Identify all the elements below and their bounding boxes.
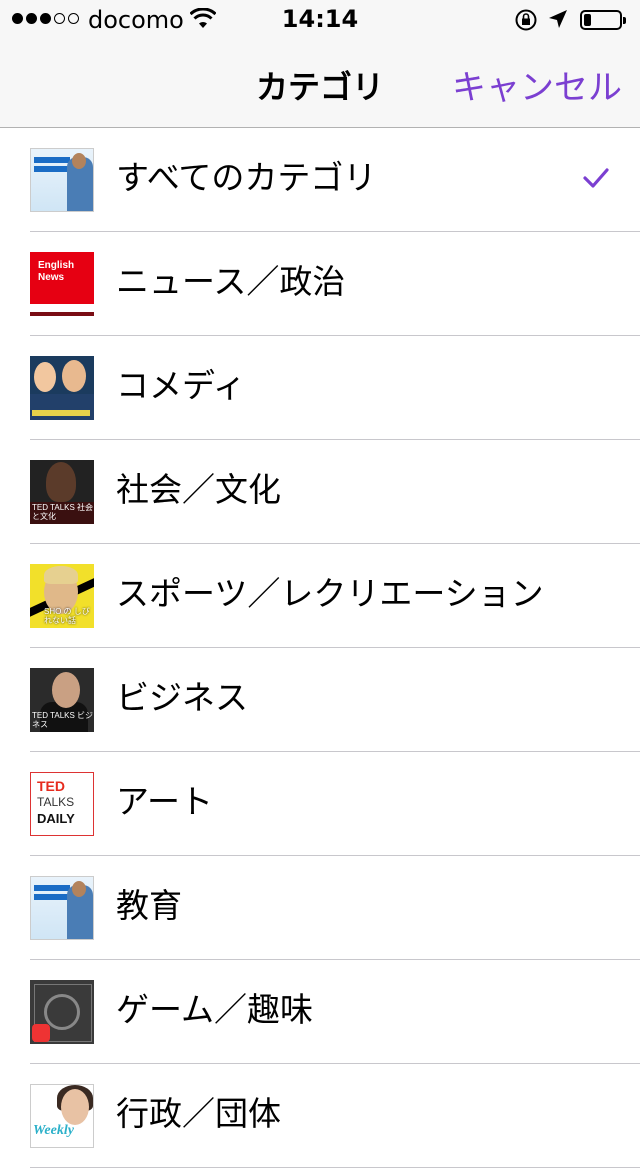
checkmark-icon: [583, 168, 609, 188]
podcast-thumbnail: [30, 148, 94, 212]
podcast-thumbnail: SHO の しびれない話: [30, 564, 94, 628]
thumbnail-text: SHO の しびれない話: [44, 607, 90, 625]
category-row-education[interactable]: 教育: [0, 856, 640, 960]
thumbnail-text: English News: [38, 260, 75, 283]
category-row-art[interactable]: TED TALKS DAILY アート: [0, 752, 640, 856]
podcast-thumbnail: English News: [30, 252, 94, 316]
podcast-thumbnail: Weekly: [30, 1084, 94, 1148]
category-row-all[interactable]: すべてのカテゴリ: [0, 128, 640, 232]
category-row-government-organizations[interactable]: Weekly 行政／団体: [0, 1064, 640, 1168]
battery-level: [584, 14, 591, 26]
thumbnail-text: TED TALKS 社会と文化: [32, 503, 94, 521]
podcast-thumbnail: [30, 980, 94, 1044]
clock: 14:14: [281, 5, 359, 33]
navigation-bar: カテゴリ キャンセル: [0, 40, 640, 128]
thumbnail-text: TED TALKS ビジネス: [32, 711, 94, 729]
podcast-thumbnail: TED TALKS 社会と文化: [30, 460, 94, 524]
thumbnail-text: Weekly: [33, 1123, 74, 1138]
thumbnail-text: TED: [37, 778, 65, 794]
thumbnail-text: TALKS: [37, 795, 75, 809]
category-label: 社会／文化: [116, 470, 281, 509]
podcast-thumbnail: [30, 876, 94, 940]
category-row-comedy[interactable]: コメディ: [0, 336, 640, 440]
category-row-news-politics[interactable]: English News ニュース／政治: [0, 232, 640, 336]
category-label: ニュース／政治: [116, 262, 346, 301]
category-row-games-hobbies[interactable]: ゲーム／趣味: [0, 960, 640, 1064]
category-label: すべてのカテゴリ: [116, 158, 377, 197]
podcast-thumbnail: TED TALKS DAILY: [30, 772, 94, 836]
category-label: 教育: [116, 886, 182, 925]
battery-icon: [580, 10, 626, 30]
category-label: 行政／団体: [116, 1094, 281, 1133]
category-label: コメディ: [116, 366, 246, 405]
category-list: すべてのカテゴリ English News ニュース／政治 コメディ TED T…: [0, 128, 640, 1168]
category-row-society-culture[interactable]: TED TALKS 社会と文化 社会／文化: [0, 440, 640, 544]
rotation-lock-icon: [515, 9, 537, 31]
category-row-sports-recreation[interactable]: SHO の しびれない話 スポーツ／レクリエーション: [0, 544, 640, 648]
thumbnail-text: DAILY: [37, 811, 75, 826]
category-row-business[interactable]: TED TALKS ビジネス ビジネス: [0, 648, 640, 752]
podcast-thumbnail: [30, 356, 94, 420]
category-label: アート: [116, 782, 214, 821]
category-label: スポーツ／レクリエーション: [116, 574, 544, 613]
category-label: ゲーム／趣味: [116, 990, 314, 1029]
cancel-button[interactable]: キャンセル: [452, 60, 622, 109]
podcast-thumbnail: TED TALKS ビジネス: [30, 668, 94, 732]
category-label: ビジネス: [116, 678, 248, 717]
location-arrow-icon: [549, 10, 567, 28]
status-bar: docomo 14:14: [0, 0, 640, 40]
